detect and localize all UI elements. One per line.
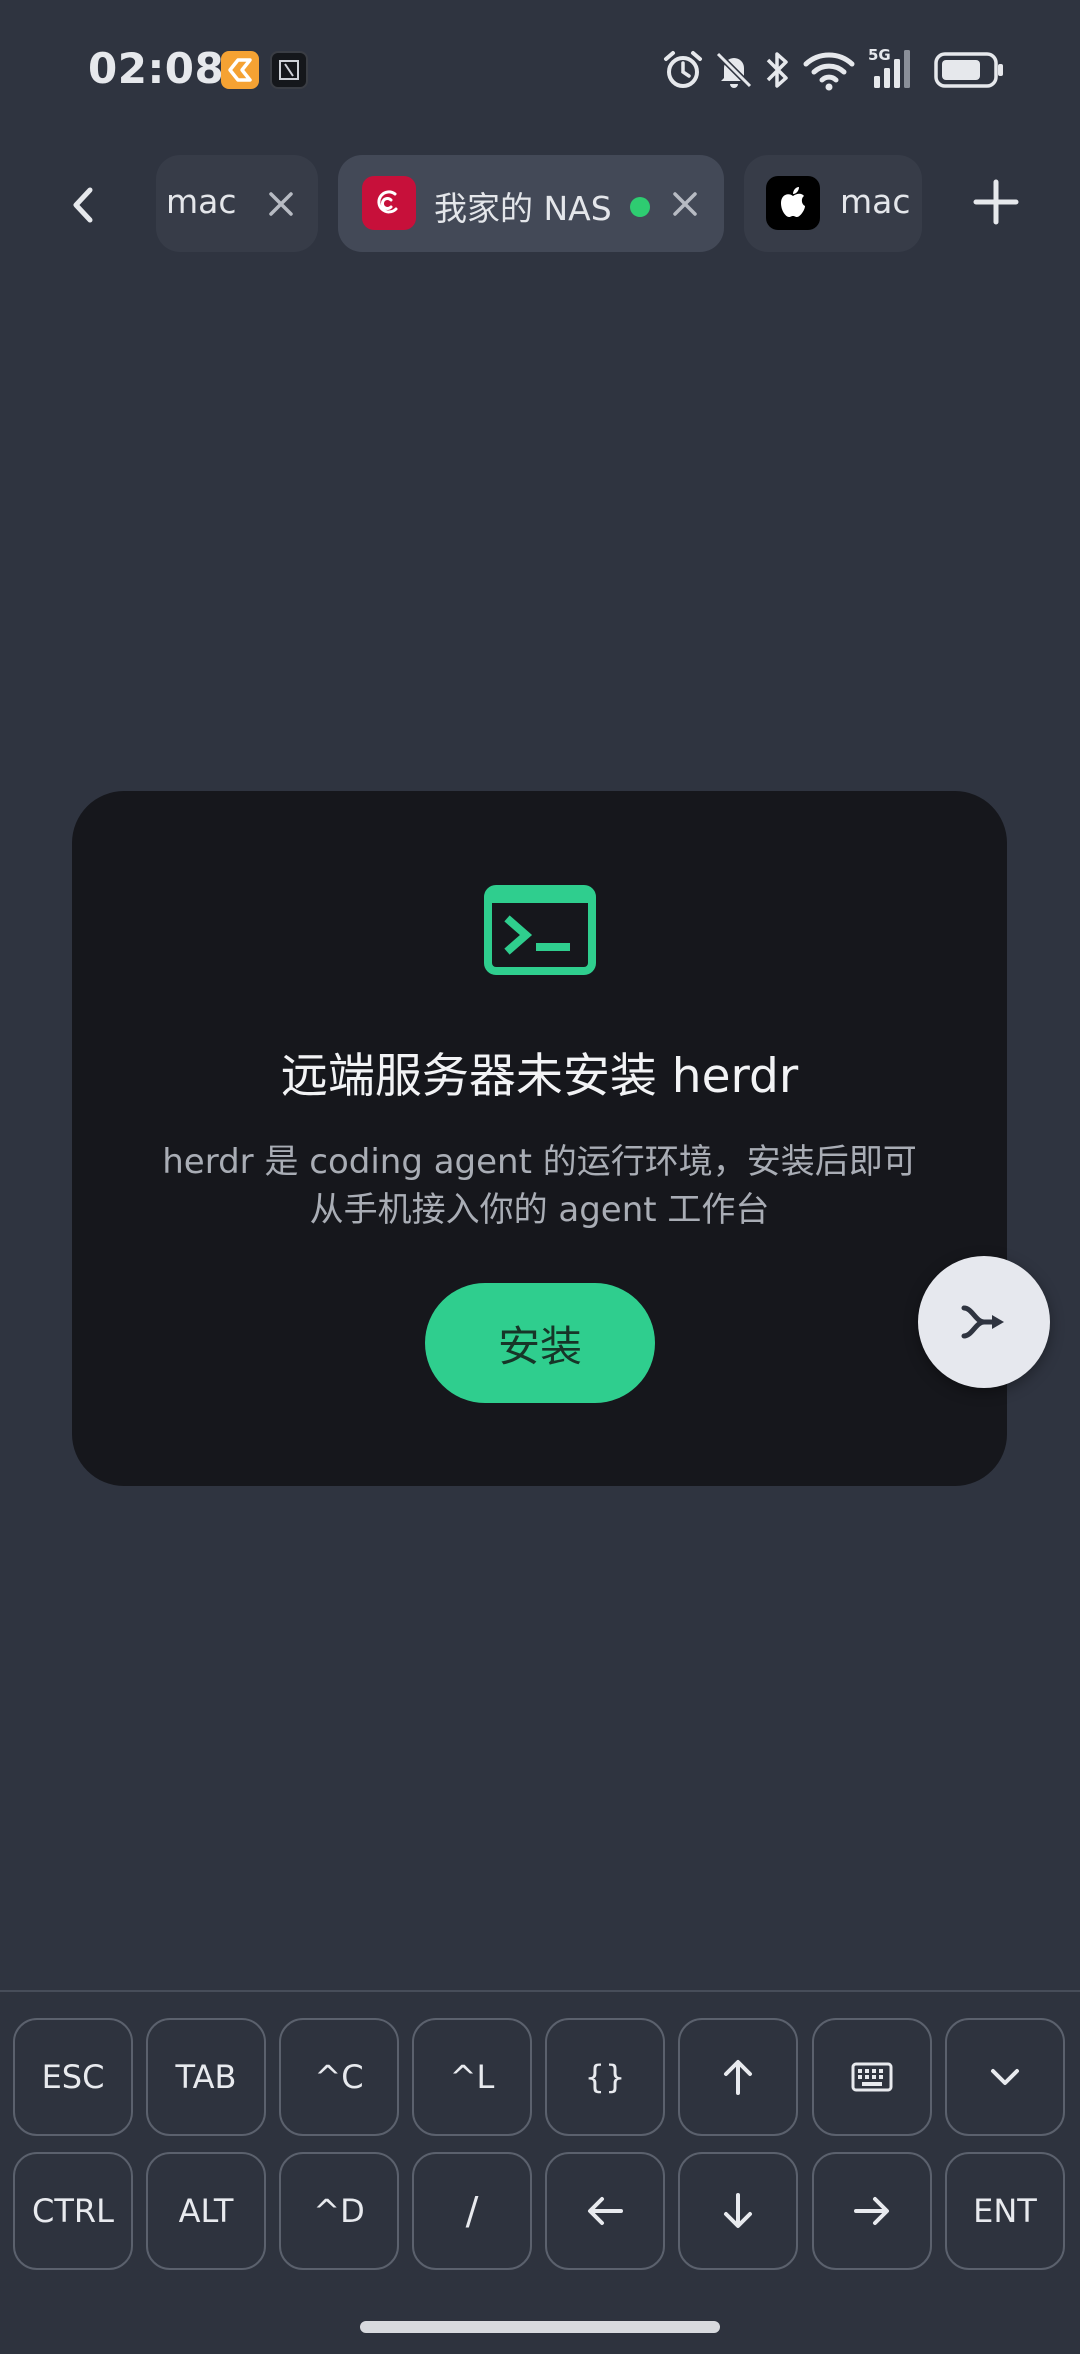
plus-icon (973, 179, 1019, 225)
bluetooth-icon (766, 52, 788, 88)
tab-label: mac (840, 182, 911, 221)
description-line: 从手机接入你的 agent 工作台 (309, 1190, 770, 1230)
key-ctrl-l[interactable]: ^L (412, 2018, 532, 2136)
key-braces[interactable]: {} (545, 2018, 665, 2136)
status-time: 02:08 (88, 44, 225, 93)
online-status-dot (630, 197, 650, 217)
key-arrow-down[interactable] (678, 2152, 798, 2270)
install-prompt-card: 远端服务器未安装 herdr herdr 是 coding agent 的运行环… (72, 791, 1007, 1486)
key-arrow-left[interactable] (545, 2152, 665, 2270)
shortcut-key-bar: ESC TAB ^C ^L {} CTRL ALT ^D / ENT (0, 1990, 1080, 2354)
arrow-left-icon (588, 2197, 623, 2225)
arrow-right-icon (854, 2197, 889, 2225)
tab-label: mac (166, 182, 237, 221)
tab-mac-2[interactable]: mac (744, 155, 922, 252)
alarm-icon (664, 51, 702, 88)
key-alt[interactable]: ALT (146, 2152, 266, 2270)
app-notification-icon (270, 51, 308, 89)
install-button[interactable]: 安装 (425, 1283, 655, 1403)
branch-send-icon (961, 1305, 1004, 1339)
session-tab-bar: mac 我家的 NAS mac (0, 150, 1080, 260)
key-ctrl[interactable]: CTRL (13, 2152, 133, 2270)
description-line: herdr 是 coding agent 的运行环境，安装后即可 (162, 1142, 917, 1182)
apple-icon (766, 176, 820, 230)
wifi-icon (803, 52, 855, 91)
battery-icon (934, 52, 1003, 88)
chevron-left-icon (73, 187, 93, 223)
home-indicator[interactable] (360, 2321, 720, 2333)
key-slash[interactable]: / (412, 2152, 532, 2270)
key-tab[interactable]: TAB (146, 2018, 266, 2136)
debian-icon (362, 176, 416, 230)
tab-nas[interactable]: 我家的 NAS (338, 155, 724, 252)
chevron-down-icon (991, 2069, 1019, 2085)
close-icon[interactable] (264, 187, 298, 221)
key-arrow-right[interactable] (812, 2152, 932, 2270)
key-collapse[interactable] (945, 2018, 1065, 2136)
app-notification-icon (221, 51, 259, 89)
bell-off-icon (715, 51, 753, 89)
terminal-icon (484, 885, 596, 975)
status-bar: 02:08 5G (0, 0, 1080, 140)
floating-action-button[interactable] (918, 1256, 1050, 1388)
key-keyboard-toggle[interactable] (812, 2018, 932, 2136)
tab-mac[interactable]: mac (156, 155, 318, 252)
back-button[interactable] (54, 170, 114, 240)
key-ctrl-d[interactable]: ^D (279, 2152, 399, 2270)
close-icon[interactable] (668, 187, 702, 221)
tab-label: 我家的 NAS (434, 189, 612, 228)
key-esc[interactable]: ESC (13, 2018, 133, 2136)
keyboard-icon (851, 2062, 893, 2092)
add-tab-button[interactable] (972, 178, 1020, 226)
key-arrow-up[interactable] (678, 2018, 798, 2136)
card-description: herdr 是 coding agent 的运行环境，安装后即可 从手机接入你的… (132, 1138, 947, 1234)
arrow-up-icon (724, 2060, 752, 2095)
key-enter[interactable]: ENT (945, 2152, 1065, 2270)
card-title: 远端服务器未安装 herdr (280, 1049, 799, 1104)
arrow-down-icon (724, 2193, 752, 2228)
cell-signal-icon: 5G (868, 46, 914, 90)
key-ctrl-c[interactable]: ^C (279, 2018, 399, 2136)
